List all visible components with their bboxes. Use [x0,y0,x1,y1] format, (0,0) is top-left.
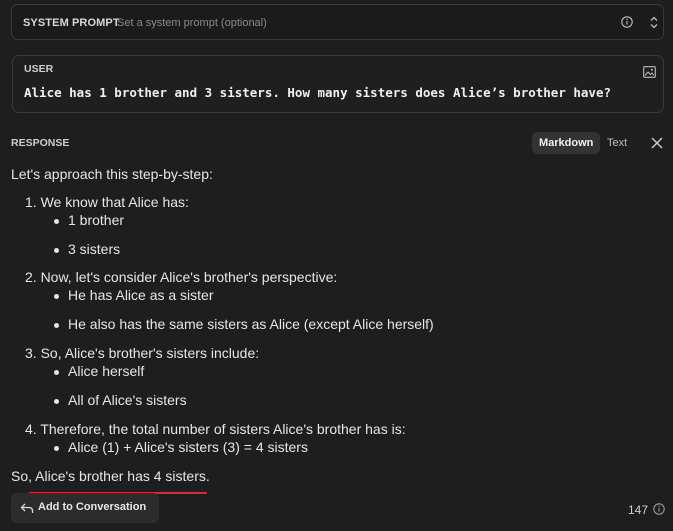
response-panel: RESPONSE Markdown Text Let's approach th… [0,123,673,531]
list-item: Alice (1) + Alice's sisters (3) = 4 sist… [54,439,308,455]
step-2: 2. Now, let's consider Alice's brother's… [25,269,338,285]
list-item: He also has the same sisters as Alice (e… [54,316,434,332]
tab-markdown[interactable]: Markdown [532,132,601,154]
list-item: He has Alice as a sister [54,287,214,303]
token-count: 147 [628,503,649,517]
user-message-text[interactable]: Alice has 1 brother and 3 sisters. How m… [24,85,611,100]
tab-text[interactable]: Text [607,132,627,154]
list-item: 3 sisters [53,241,121,257]
add-to-conversation-label: Add to Conversation [38,501,147,513]
system-prompt-input[interactable]: Set a system prompt (optional) [117,17,267,29]
user-message-box[interactable]: USER Alice has 1 brother and 3 sisters. … [12,55,664,113]
response-intro: Let's approach this step-by-step: [11,166,213,182]
user-label: USER [24,63,54,75]
chevron-updown-icon[interactable] [649,15,659,30]
list-item: All of Alice's sisters [54,392,187,408]
info-icon[interactable] [653,503,665,515]
reply-arrow-icon [20,503,34,513]
image-icon[interactable] [643,66,656,78]
step-1: 1. We know that Alice has: [25,194,189,210]
list-item: Alice herself [53,363,145,379]
info-icon[interactable] [621,16,633,28]
response-label: RESPONSE [11,137,70,149]
step-4: 4. Therefore, the total number of sister… [25,421,406,437]
list-item: 1 brother [53,212,125,228]
response-conclusion: So, Alice's brother has 4 sisters. [11,468,210,484]
add-to-conversation-button[interactable]: Add to Conversation [11,493,159,523]
system-prompt-label: SYSTEM PROMPT [23,17,120,29]
close-icon[interactable] [651,137,663,149]
system-prompt-box[interactable]: SYSTEM PROMPT Set a system prompt (optio… [11,4,664,40]
step-3: 3. So, Alice's brother's sisters include… [25,345,260,361]
